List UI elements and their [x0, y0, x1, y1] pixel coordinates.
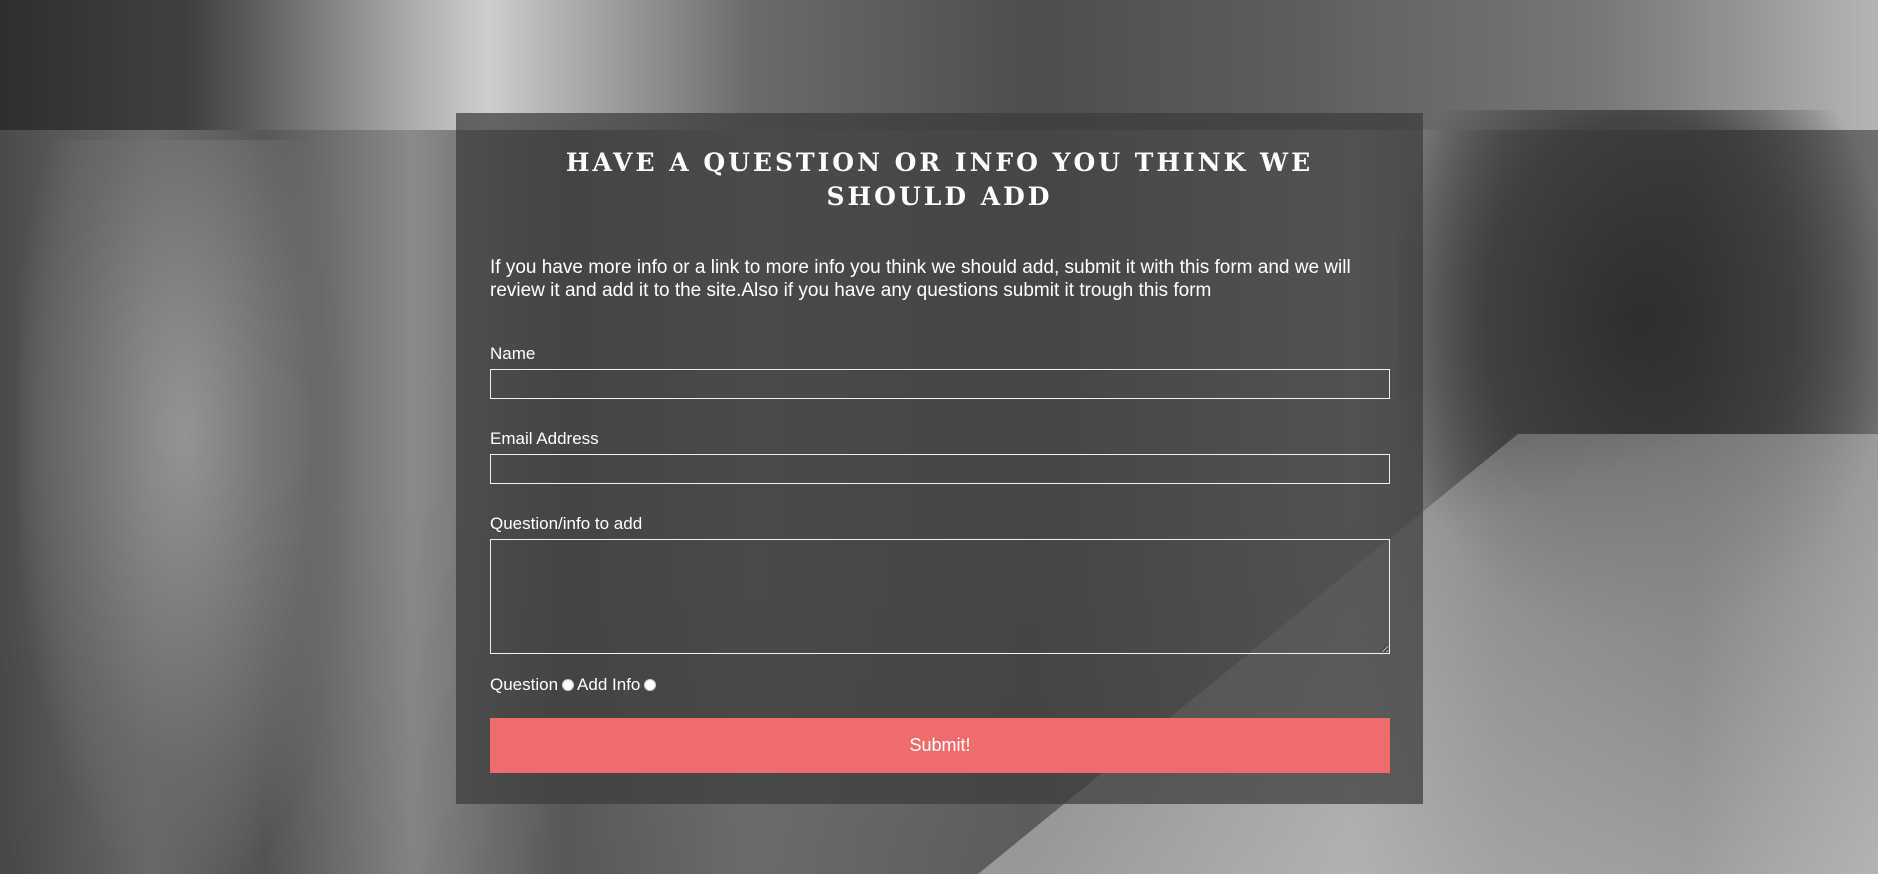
radio-question-label: Question	[490, 675, 559, 694]
contact-form-panel: HAVE A QUESTION OR INFO YOU THINK WE SHO…	[456, 113, 1423, 804]
radio-question-button[interactable]	[562, 679, 575, 691]
name-input[interactable]	[490, 369, 1390, 399]
radio-add-info-button[interactable]	[644, 679, 657, 691]
radio-add-info-option[interactable]: Add Info	[577, 674, 659, 696]
background-soldier	[20, 140, 350, 874]
name-field-group: Name	[490, 344, 1390, 399]
type-radio-group: Question Add Info	[490, 674, 1389, 696]
form-intro-text: If you have more info or a link to more …	[490, 257, 1351, 301]
message-textarea[interactable]	[490, 539, 1390, 654]
email-field-group: Email Address	[490, 429, 1390, 484]
email-label: Email Address	[490, 429, 599, 448]
message-field-group: Question/info to add	[490, 514, 1390, 654]
message-label: Question/info to add	[490, 514, 643, 533]
radio-add-info-label: Add Info	[577, 675, 641, 694]
radio-question-option[interactable]: Question	[490, 674, 577, 696]
submit-button[interactable]: Submit!	[490, 718, 1390, 773]
form-title: HAVE A QUESTION OR INFO YOU THINK WE SHO…	[565, 148, 1314, 211]
name-label: Name	[490, 344, 536, 363]
email-input[interactable]	[490, 454, 1390, 484]
